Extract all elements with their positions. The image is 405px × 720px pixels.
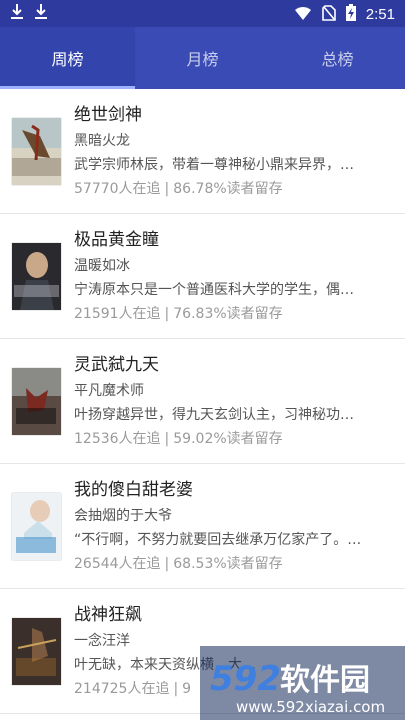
tab-monthly[interactable]: 月榜 [135,27,270,89]
readers-count: 21591人在追 [74,306,161,322]
readers-count: 12536人在追 [74,431,161,447]
book-description: 叶扬穿越异世，得九天玄剑认主，习神秘功… [74,407,354,423]
book-author: 平凡魔术师 [74,383,144,399]
book-title: 战神狂飙 [74,605,142,625]
book-cover[interactable] [12,493,61,560]
separator: | [164,431,170,447]
readers-count: 26544人在追 [74,556,161,572]
battery-charging-icon [345,4,356,25]
tab-label: 月榜 [186,50,219,69]
site-watermark: 592 软件园 www.592xiazai.com [200,646,405,720]
book-description: “不行啊，不努力就要回去继承万亿家产了。… [74,532,362,548]
readers-count: 57770人在追 [74,181,161,197]
tab-label: 周榜 [51,50,84,69]
book-cover[interactable] [12,243,61,310]
book-title: 灵武弑九天 [74,355,159,375]
retention-rate: 68.53%读者留存 [173,556,283,572]
ranking-tabs: 周榜 月榜 总榜 [0,27,405,89]
svg-text:www.592xiazai.com: www.592xiazai.com [236,698,385,716]
download-icon [10,3,24,25]
book-list: 绝世剑神 黑暗火龙 武学宗师林辰，带着一尊神秘小鼎来异界，… 57770人在追 |… [0,89,405,714]
book-item[interactable]: 我的傻白甜老婆 会抽烟的于大爷 “不行啊，不努力就要回去继承万亿家产了。… 26… [0,464,405,589]
separator: | [164,556,170,572]
retention-rate: 9 [182,681,192,697]
book-item[interactable]: 绝世剑神 黑暗火龙 武学宗师林辰，带着一尊神秘小鼎来异界，… 57770人在追 |… [0,89,405,214]
book-author: 温暖如冰 [74,258,130,274]
tab-weekly[interactable]: 周榜 [0,27,135,89]
readers-count: 214725人在追 [74,681,170,697]
book-cover[interactable] [12,368,61,435]
book-description: 武学宗师林辰，带着一尊神秘小鼎来异界，… [74,157,354,173]
svg-text:592: 592 [210,659,281,699]
book-author: 黑暗火龙 [74,133,130,149]
book-cover[interactable] [12,118,61,185]
svg-text:软件园: 软件园 [280,663,370,698]
separator: | [173,681,179,697]
book-author: 会抽烟的于大爷 [74,508,172,524]
tab-overall[interactable]: 总榜 [270,27,405,89]
status-time: 2:51 [365,6,395,23]
book-cover[interactable] [12,618,61,685]
book-stats: 21591人在追 | 76.83%读者留存 [74,302,393,326]
retention-rate: 76.83%读者留存 [173,306,283,322]
retention-rate: 86.78%读者留存 [173,181,283,197]
book-title: 我的傻白甜老婆 [74,480,193,500]
book-stats: 26544人在追 | 68.53%读者留存 [74,552,393,576]
no-sim-icon [321,4,336,25]
book-stats: 57770人在追 | 86.78%读者留存 [74,177,393,201]
tab-label: 总榜 [321,50,354,69]
book-item[interactable]: 极品黄金瞳 温暖如冰 宁涛原本只是一个普通医科大学的学生，偶… 21591人在追… [0,214,405,339]
book-description: 宁涛原本只是一个普通医科大学的学生，偶… [74,282,354,298]
book-item[interactable]: 灵武弑九天 平凡魔术师 叶扬穿越异世，得九天玄剑认主，习神秘功… 12536人在… [0,339,405,464]
book-stats: 12536人在追 | 59.02%读者留存 [74,427,393,451]
book-title: 绝世剑神 [74,105,142,125]
separator: | [164,306,170,322]
book-title: 极品黄金瞳 [74,230,159,250]
download-icon [34,3,48,25]
wifi-icon [294,5,312,25]
retention-rate: 59.02%读者留存 [173,431,283,447]
status-bar: 2:51 [0,0,405,27]
separator: | [164,181,170,197]
